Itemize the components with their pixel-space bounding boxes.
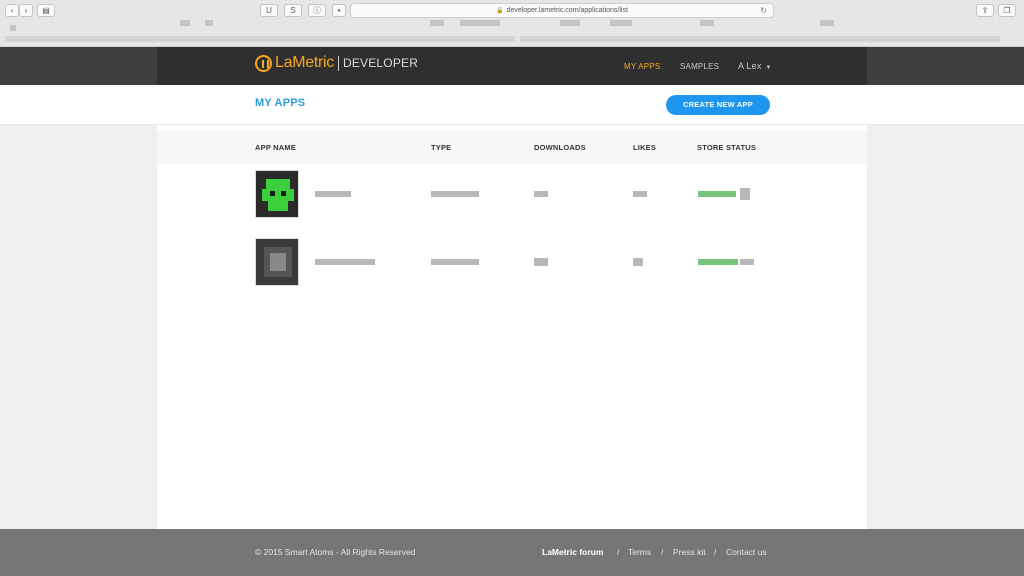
extension-u-button[interactable]: U xyxy=(260,4,278,17)
table-row[interactable] xyxy=(310,253,770,273)
extension-s-button[interactable]: S xyxy=(284,4,302,17)
table-row[interactable] xyxy=(310,185,770,205)
user-menu[interactable]: A Lex ▼ xyxy=(738,61,772,71)
tabs-icon: ❐ xyxy=(1003,6,1011,15)
address-bar[interactable]: 🔒 developer.lametric.com/applications/lis… xyxy=(350,3,774,18)
logo-text: LaMetric xyxy=(275,54,334,71)
logo-divider xyxy=(337,55,339,71)
lametric-logo-icon xyxy=(255,54,272,72)
column-app-name[interactable]: APP NAME xyxy=(255,143,296,152)
user-name: A Lex xyxy=(738,61,762,71)
caret-down-icon: ▼ xyxy=(765,65,772,71)
footer-link-press-kit[interactable]: Press kit xyxy=(673,547,706,557)
logo-suffix: DEVELOPER xyxy=(342,56,419,70)
forward-button[interactable]: › xyxy=(19,4,33,17)
column-likes[interactable]: LIKES xyxy=(633,143,656,152)
site-header xyxy=(0,47,1024,85)
lock-badge-icon: ▪ xyxy=(337,6,341,15)
column-downloads[interactable]: DOWNLOADS xyxy=(534,143,586,152)
extension-info-button[interactable]: ⓘ xyxy=(308,4,326,17)
create-new-app-button[interactable]: CREATE NEW APP xyxy=(666,95,770,115)
back-button[interactable]: ‹ xyxy=(5,4,19,17)
green-pixel-app-icon[interactable] xyxy=(255,170,299,218)
nav-samples[interactable]: SAMPLES xyxy=(680,62,719,71)
title-bar xyxy=(0,85,1024,125)
sidebar-toggle-button[interactable]: ▤ xyxy=(37,4,55,17)
footer-link-contact[interactable]: Contact us xyxy=(726,547,767,557)
copyright-text: © 2015 Smart Atoms - All Rights Reserved xyxy=(255,547,416,557)
lametric-logo[interactable]: LaMetric DEVELOPER xyxy=(255,54,418,72)
reload-icon[interactable]: ↻ xyxy=(760,4,767,17)
browser-chrome: ‹ › ▤ U S ⓘ ▪ 🔒 developer.lametric.com/ap… xyxy=(0,0,1024,47)
chevron-left-icon: ‹ xyxy=(10,6,14,15)
url-text: developer.lametric.com/applications/list xyxy=(506,7,628,14)
site-footer xyxy=(0,529,1024,576)
sidebar-icon: ▤ xyxy=(42,6,50,15)
tab-strip xyxy=(0,32,1024,46)
footer-link-terms[interactable]: Terms xyxy=(628,547,651,557)
grey-pixel-app-icon[interactable] xyxy=(255,238,299,286)
column-type[interactable]: TYPE xyxy=(431,143,451,152)
footer-separator: / xyxy=(714,547,717,557)
lock-icon: 🔒 xyxy=(496,8,504,14)
footer-link-forum[interactable]: LaMetric forum xyxy=(542,547,603,557)
privacy-extension-button[interactable]: ▪ xyxy=(332,4,346,17)
page-title: MY APPS xyxy=(255,97,306,109)
share-icon: ⇪ xyxy=(981,6,989,15)
footer-separator: / xyxy=(617,547,620,557)
share-button[interactable]: ⇪ xyxy=(976,4,994,17)
column-store-status[interactable]: STORE STATUS xyxy=(697,143,756,152)
chevron-right-icon: › xyxy=(24,6,28,15)
tabs-button[interactable]: ❐ xyxy=(998,4,1016,17)
footer-separator: / xyxy=(661,547,664,557)
nav-my-apps[interactable]: MY APPS xyxy=(624,62,660,71)
favorites-bar xyxy=(0,18,1024,31)
